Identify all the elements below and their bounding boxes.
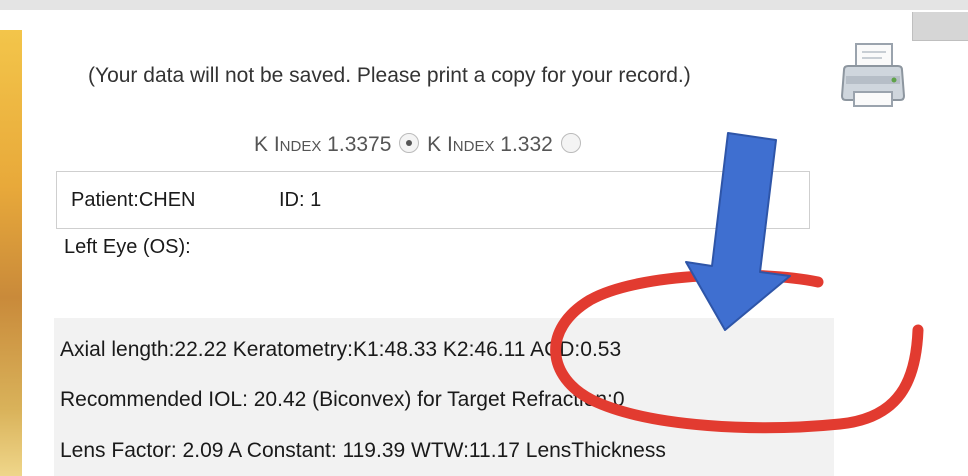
blue-arrow-annotation — [685, 132, 791, 331]
patient-info-box: Patient:CHEN ID: 1 — [56, 171, 810, 229]
patient-name: Patient:CHEN — [71, 189, 196, 211]
k-index-2-radio[interactable] — [560, 133, 581, 153]
save-notice: (Your data will not be saved. Please pri… — [88, 64, 691, 87]
results-panel: Axial length:22.22 Keratometry:K1:48.33 … — [54, 318, 834, 476]
biometry-line: Axial length:22.22 Keratometry:K1:48.33 … — [60, 338, 622, 361]
k-index-2-label: K Index 1.332 — [427, 133, 553, 156]
background-image-strip — [0, 30, 22, 476]
k-index-selector: K Index 1.3375 K Index 1.332 — [254, 133, 583, 157]
eye-label: Left Eye (OS): — [64, 236, 191, 258]
top-bar — [0, 0, 968, 10]
recommended-iol-line: Recommended IOL: 20.42 (Biconvex) for Ta… — [60, 388, 625, 411]
lens-factor-line: Lens Factor: 2.09 A Constant: 119.39 WTW… — [60, 439, 666, 462]
window-corner-tab — [912, 12, 968, 41]
k-index-1-radio[interactable] — [399, 133, 420, 153]
printer-icon[interactable] — [838, 40, 908, 112]
k-index-1-label: K Index 1.3375 — [254, 133, 392, 156]
patient-id: ID: 1 — [279, 189, 322, 211]
